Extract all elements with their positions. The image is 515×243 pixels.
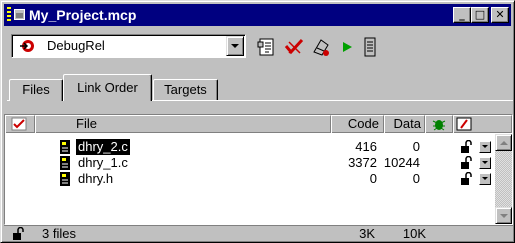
column-code[interactable]: Code: [331, 115, 384, 133]
file-name: dhry_2.c: [76, 139, 130, 155]
file-count: 3 files: [42, 226, 76, 241]
minimize-button[interactable]: _: [453, 7, 471, 23]
unlocked-icon: [13, 227, 24, 240]
project-window: My_Project.mcp _ □ ✕ DebugRel Files Link…: [0, 0, 515, 243]
file-name: dhry_1.c: [78, 155, 128, 170]
debug-bug-icon: [432, 120, 446, 131]
table-row[interactable]: dhry_2.c 416 0: [5, 139, 495, 155]
target-dropdown[interactable]: DebugRel: [11, 34, 246, 58]
window-title: My_Project.mcp: [29, 7, 137, 23]
file-menu-button[interactable]: [479, 173, 491, 185]
column-file[interactable]: File: [35, 115, 331, 133]
file-name: dhry.h: [78, 171, 114, 186]
pencil-icon: [456, 117, 472, 131]
close-button[interactable]: ✕: [491, 7, 509, 23]
tab-files[interactable]: Files: [9, 79, 63, 101]
checkmark-icon: [11, 117, 27, 131]
project-inspector-icon[interactable]: [359, 36, 381, 58]
make-icon[interactable]: [310, 36, 332, 58]
unlocked-icon[interactable]: [461, 140, 472, 153]
target-value: DebugRel: [47, 38, 105, 53]
table-row[interactable]: dhry_1.c 3372 10244: [5, 155, 495, 171]
status-bar: 3 files 3K 10K: [4, 225, 513, 241]
column-touch[interactable]: [453, 115, 512, 133]
header-file-icon: [60, 172, 70, 186]
data-size: 10244: [383, 155, 420, 170]
scroll-track[interactable]: [495, 151, 512, 207]
column-header: File Code Data: [5, 115, 512, 133]
data-size: 0: [412, 171, 420, 186]
table-row[interactable]: dhry.h 0 0: [5, 171, 495, 187]
data-total: 10K: [402, 226, 426, 241]
scroll-down-button[interactable]: [495, 207, 512, 224]
source-file-icon: [60, 156, 70, 170]
tab-strip-edge: [151, 100, 513, 101]
debug-run-icon[interactable]: [336, 36, 358, 58]
tab-link-order[interactable]: Link Order: [63, 74, 152, 101]
code-size: 3372: [348, 155, 377, 170]
file-menu-button[interactable]: [479, 141, 491, 153]
vertical-scrollbar[interactable]: [495, 134, 512, 224]
column-check[interactable]: [5, 115, 35, 133]
chevron-down-icon[interactable]: [226, 36, 244, 56]
code-total: 3K: [359, 226, 375, 241]
unlocked-icon[interactable]: [461, 172, 472, 185]
title-grip: [7, 7, 11, 23]
synchronize-modification-dates-icon[interactable]: [283, 36, 305, 58]
maximize-button[interactable]: □: [471, 7, 489, 23]
scroll-up-button[interactable]: [495, 134, 512, 151]
column-data[interactable]: Data: [384, 115, 425, 133]
code-size: 0: [369, 171, 377, 186]
tab-targets[interactable]: Targets: [153, 79, 218, 101]
unlocked-icon[interactable]: [461, 156, 472, 169]
file-menu-button[interactable]: [479, 157, 491, 169]
source-file-icon: [60, 140, 70, 154]
file-list: File Code Data dhry_2.c 416 0 dhry_1.c 3…: [4, 114, 513, 225]
column-debug[interactable]: [425, 115, 453, 133]
project-window-icon[interactable]: [14, 9, 25, 20]
target-settings-icon[interactable]: [256, 36, 278, 58]
title-bar[interactable]: My_Project.mcp _ □ ✕: [4, 4, 511, 26]
code-size: 416: [355, 139, 377, 154]
target-icon: [20, 40, 34, 52]
data-size: 0: [412, 139, 420, 154]
